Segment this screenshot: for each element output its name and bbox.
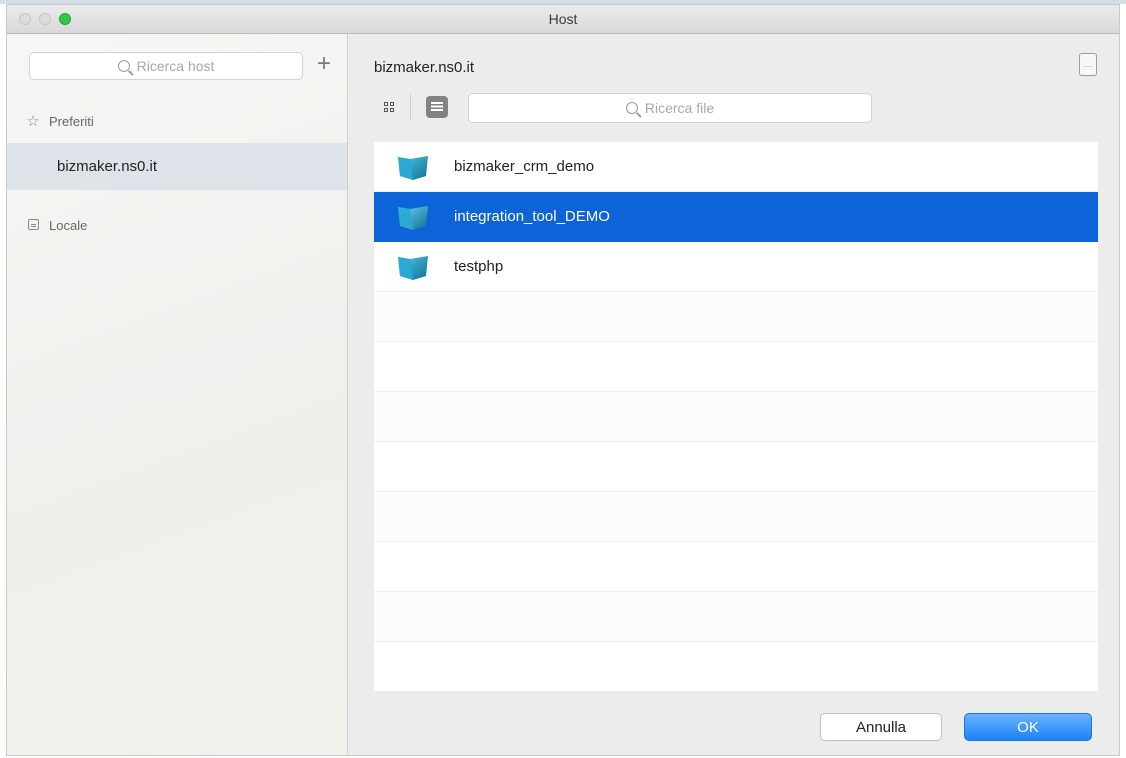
local-drive-icon bbox=[27, 219, 39, 230]
list-item[interactable]: bizmaker_crm_demo bbox=[374, 142, 1098, 192]
sidebar-item-host[interactable]: bizmaker.ns0.it bbox=[7, 143, 347, 190]
document-options-icon[interactable]: ··· bbox=[1079, 53, 1097, 76]
view-divider bbox=[410, 94, 411, 120]
empty-row bbox=[374, 492, 1098, 542]
sidebar: Ricerca host + ☆ Preferiti bizmaker.ns0.… bbox=[7, 34, 348, 755]
empty-row bbox=[374, 542, 1098, 592]
main-panel: bizmaker.ns0.it ··· Ricerca file bizmake… bbox=[348, 34, 1119, 755]
empty-row bbox=[374, 392, 1098, 442]
title-bar: Host bbox=[7, 5, 1119, 34]
empty-row bbox=[374, 342, 1098, 392]
cancel-button[interactable]: Annulla bbox=[820, 713, 942, 741]
window-title: Host bbox=[548, 11, 578, 27]
icon-view-button[interactable] bbox=[378, 96, 400, 118]
host-label: bizmaker.ns0.it bbox=[57, 158, 158, 175]
list-item[interactable]: testphp bbox=[374, 242, 1098, 292]
current-host-path: bizmaker.ns0.it bbox=[374, 59, 475, 76]
local-section[interactable]: Locale bbox=[25, 217, 87, 234]
file-search-input[interactable]: Ricerca file bbox=[468, 93, 872, 123]
file-name: integration_tool_DEMO bbox=[454, 208, 610, 225]
empty-row bbox=[374, 292, 1098, 342]
favorites-label: Preferiti bbox=[49, 113, 94, 129]
file-name: testphp bbox=[454, 258, 504, 275]
file-search-placeholder: Ricerca file bbox=[644, 100, 715, 116]
filemaker-folder-icon bbox=[398, 156, 428, 180]
list-view-button[interactable] bbox=[426, 96, 448, 118]
search-icon bbox=[117, 60, 130, 72]
empty-row bbox=[374, 642, 1098, 691]
file-name: bizmaker_crm_demo bbox=[454, 158, 595, 175]
host-search-placeholder: Ricerca host bbox=[136, 58, 215, 74]
list-item[interactable]: integration_tool_DEMO bbox=[374, 192, 1098, 242]
search-icon bbox=[625, 102, 638, 114]
filemaker-folder-icon bbox=[398, 206, 428, 230]
favorites-section[interactable]: ☆ Preferiti bbox=[25, 112, 94, 130]
filemaker-folder-icon bbox=[398, 256, 428, 280]
empty-row bbox=[374, 442, 1098, 492]
grid-icon bbox=[384, 102, 388, 106]
empty-row bbox=[374, 592, 1098, 642]
star-icon: ☆ bbox=[26, 113, 40, 130]
add-host-button[interactable]: + bbox=[313, 50, 335, 78]
host-dialog: Host Ricerca host + ☆ Preferiti bizmaker… bbox=[6, 4, 1120, 756]
ok-button[interactable]: OK bbox=[964, 713, 1092, 741]
host-search-input[interactable]: Ricerca host bbox=[29, 52, 303, 80]
local-label: Locale bbox=[49, 218, 88, 233]
file-list: bizmaker_crm_demo integration_tool_DEMO … bbox=[374, 142, 1098, 691]
